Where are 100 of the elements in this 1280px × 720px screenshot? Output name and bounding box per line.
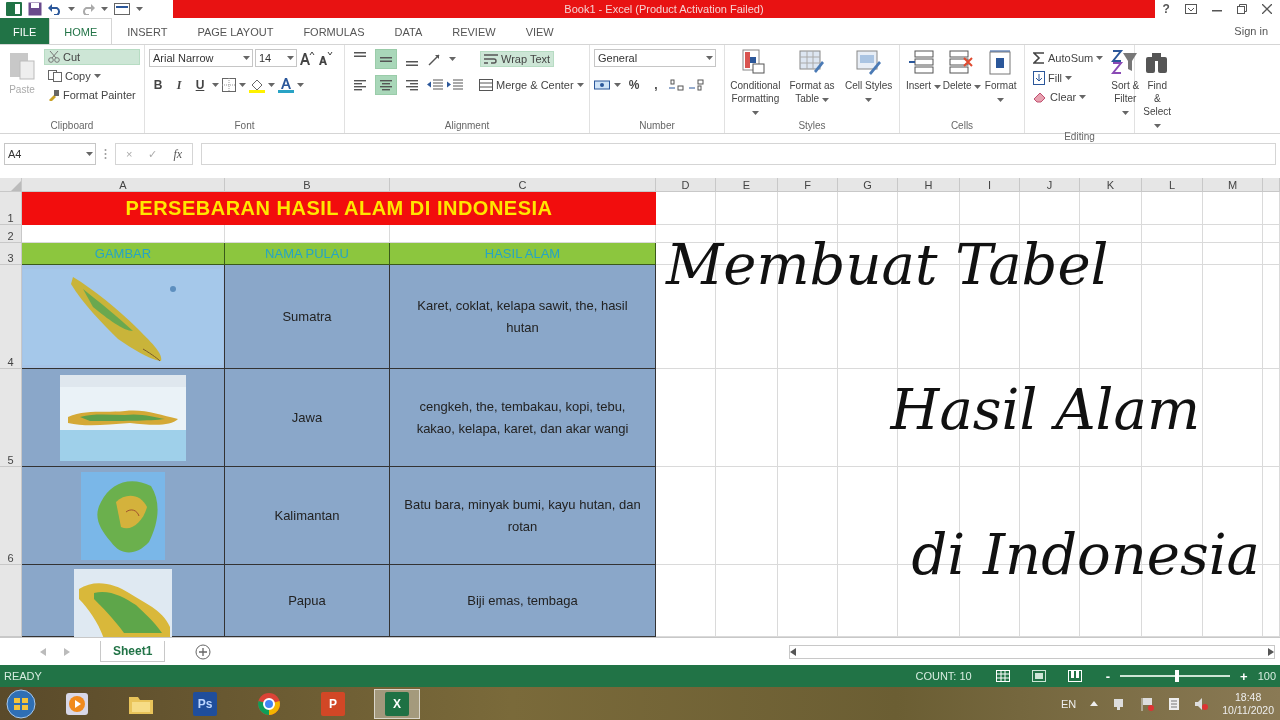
row-header[interactable]: 4 — [0, 265, 22, 369]
scroll-right-icon[interactable] — [1268, 647, 1274, 656]
sort-filter-button[interactable]: Sort & Filter — [1111, 49, 1140, 131]
help-button[interactable]: ? — [1162, 2, 1170, 16]
sign-in-link[interactable]: Sign in — [1234, 25, 1280, 37]
merge-center-button[interactable]: Merge & Center — [475, 77, 588, 93]
ribbon-tab[interactable]: INSERT — [112, 18, 183, 44]
format-as-table-button[interactable]: Format as Table — [785, 49, 839, 118]
caret-icon[interactable] — [212, 83, 219, 87]
zoom-out-button[interactable]: - — [1105, 668, 1111, 684]
page-layout-view-icon[interactable] — [1031, 670, 1046, 682]
comma-button[interactable]: , — [647, 75, 665, 95]
row-header[interactable]: 5 — [0, 369, 22, 467]
flag-icon[interactable] — [1140, 696, 1155, 711]
font-color-icon[interactable] — [278, 77, 294, 93]
column-header[interactable]: D — [656, 178, 716, 192]
caret-icon[interactable] — [576, 83, 584, 87]
bold-button[interactable]: B — [149, 75, 167, 95]
column-header[interactable]: K — [1080, 178, 1142, 192]
wrap-text-button[interactable]: Wrap Text — [480, 51, 555, 67]
increase-font-size-icon[interactable] — [299, 51, 315, 65]
taskbar-app-button[interactable]: Ps — [182, 688, 228, 719]
taskbar-app-button[interactable]: P — [310, 688, 356, 719]
borders-icon[interactable] — [222, 78, 236, 92]
normal-view-icon[interactable] — [995, 670, 1010, 682]
row-header[interactable]: 6 — [0, 467, 22, 565]
page-break-view-icon[interactable] — [1067, 670, 1082, 682]
percent-button[interactable]: % — [625, 75, 643, 95]
show-hidden-icons-icon[interactable] — [1090, 701, 1099, 706]
caret-icon[interactable] — [68, 7, 75, 11]
caret-icon[interactable] — [268, 83, 275, 87]
ribbon-tab[interactable]: FORMULAS — [288, 18, 380, 44]
caret-icon[interactable] — [1065, 76, 1073, 80]
format-cells-button[interactable]: Format — [981, 49, 1020, 117]
decrease-indent-icon[interactable] — [427, 79, 443, 91]
row-header[interactable]: 1 — [0, 192, 22, 225]
font-name-dropdown[interactable]: Arial Narrow — [149, 49, 253, 67]
italic-button[interactable]: I — [170, 75, 188, 95]
font-size-dropdown[interactable]: 14 — [255, 49, 297, 67]
clock-time[interactable]: 18:48 — [1234, 690, 1262, 704]
clock-date[interactable]: 10/11/2020 — [1222, 703, 1274, 717]
column-header[interactable]: I — [960, 178, 1020, 192]
caret-icon[interactable] — [821, 98, 829, 102]
ribbon-tab[interactable]: DATA — [379, 18, 438, 44]
caret-icon[interactable] — [1121, 111, 1129, 115]
insert-function-button[interactable]: fx — [173, 146, 183, 162]
ribbon-tab[interactable]: REVIEW — [437, 18, 511, 44]
caret-icon[interactable] — [101, 7, 108, 11]
caret-icon[interactable] — [239, 83, 246, 87]
caret-icon[interactable] — [136, 7, 143, 11]
find-select-button[interactable]: Find & Select — [1143, 49, 1172, 131]
ribbon-tab[interactable]: PAGE LAYOUT — [182, 18, 289, 44]
add-sheet-icon[interactable] — [195, 643, 212, 660]
sheet-tab[interactable]: Sheet1 — [100, 641, 166, 662]
save-icon[interactable] — [28, 2, 42, 16]
ribbon-tab[interactable]: HOME — [49, 18, 113, 44]
caret-icon[interactable] — [706, 56, 713, 60]
column-header[interactable]: E — [716, 178, 778, 192]
caret-icon[interactable] — [997, 98, 1005, 102]
fill-color-icon[interactable] — [249, 77, 265, 93]
decrease-decimal-icon[interactable] — [689, 78, 705, 92]
caret-icon[interactable] — [1153, 124, 1161, 128]
column-header[interactable]: F — [778, 178, 838, 192]
start-button-icon[interactable] — [6, 688, 36, 719]
column-header[interactable]: J — [1020, 178, 1080, 192]
row-header[interactable]: 2 — [0, 225, 22, 243]
document-icon[interactable] — [1168, 696, 1181, 711]
row-header[interactable]: 3 — [0, 243, 22, 265]
caret-icon[interactable] — [297, 83, 304, 87]
caret-icon[interactable] — [751, 111, 759, 115]
caret-icon[interactable] — [93, 74, 101, 78]
column-header[interactable]: H — [898, 178, 960, 192]
column-header[interactable]: A — [22, 178, 225, 192]
fill-button[interactable]: Fill — [1029, 69, 1108, 87]
column-header[interactable]: C — [390, 178, 656, 192]
conditional-formatting-button[interactable]: Conditional Formatting — [729, 49, 782, 118]
increase-indent-icon[interactable] — [447, 79, 463, 91]
center-button[interactable] — [375, 75, 397, 95]
restore-icon[interactable] — [1237, 4, 1248, 14]
column-header[interactable]: B — [225, 178, 390, 192]
ribbon-tab[interactable]: FILE — [0, 18, 50, 44]
column-header[interactable]: M — [1203, 178, 1263, 192]
column-header[interactable]: G — [838, 178, 898, 192]
currency-icon[interactable] — [594, 79, 610, 91]
speaker-icon[interactable] — [1194, 696, 1209, 711]
taskbar-app-button[interactable]: X — [374, 688, 420, 719]
format-painter-button[interactable]: Format Painter — [44, 87, 140, 103]
underline-button[interactable]: U — [191, 75, 209, 95]
caret-icon[interactable] — [449, 57, 456, 61]
zoom-level-text[interactable]: 100 — [1257, 670, 1276, 682]
caret-icon[interactable] — [614, 83, 621, 87]
formula-input[interactable] — [201, 143, 1276, 165]
insert-cells-button[interactable]: Insert — [904, 49, 943, 117]
caret-icon[interactable] — [287, 56, 294, 60]
caret-icon[interactable] — [933, 85, 941, 89]
caret-icon[interactable] — [865, 98, 873, 102]
delete-cells-button[interactable]: Delete — [942, 49, 982, 117]
form-icon[interactable] — [114, 3, 130, 15]
zoom-slider-thumb[interactable] — [1175, 670, 1180, 682]
decrease-font-size-icon[interactable] — [317, 51, 333, 65]
